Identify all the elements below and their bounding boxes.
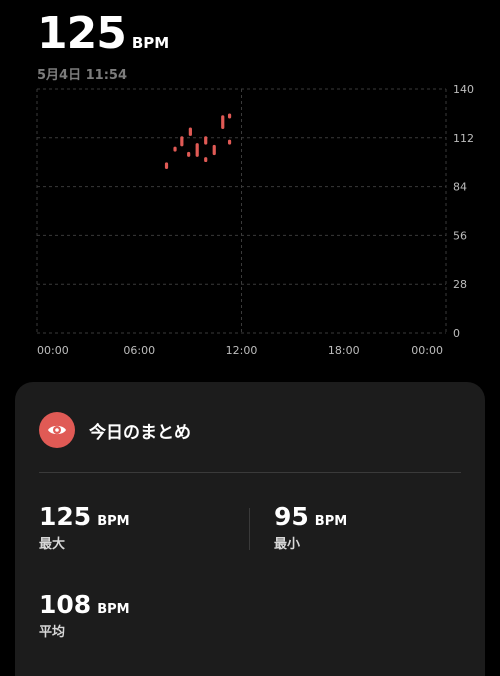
heart-rate-chart-svg: 140 112 84 56 28 0 00:00 06:00 12:00 18:00 00:00 xyxy=(36,83,474,357)
x-tick-label: 00:00 xyxy=(37,344,69,357)
x-tick-label: 06:00 xyxy=(123,344,155,357)
min-stat: 95 BPM 最小 xyxy=(274,502,347,552)
y-tick-label: 56 xyxy=(453,229,467,242)
max-value: 125 xyxy=(39,502,92,531)
x-tick-label: 00:00 xyxy=(411,344,443,357)
y-tick-label: 0 xyxy=(453,327,460,340)
stat-divider xyxy=(249,508,250,550)
min-label: 最小 xyxy=(274,537,301,552)
avg-stat: 108 BPM 平均 xyxy=(39,590,130,640)
min-unit: BPM xyxy=(314,514,348,529)
avg-unit: BPM xyxy=(97,602,130,617)
eye-icon xyxy=(39,412,75,448)
x-tick-label: 12:00 xyxy=(226,344,258,357)
y-tick-label: 112 xyxy=(453,132,474,145)
x-tick-label: 18:00 xyxy=(328,344,360,357)
y-tick-label: 140 xyxy=(453,83,474,96)
summary-title: 今日のまとめ xyxy=(89,422,191,443)
max-label: 最大 xyxy=(39,537,66,552)
avg-value: 108 xyxy=(39,590,92,619)
max-unit: BPM xyxy=(97,514,130,529)
y-tick-label: 84 xyxy=(453,181,467,194)
summary-header: 今日のまとめ xyxy=(39,412,191,448)
heart-rate-chart[interactable]: 140 112 84 56 28 0 00:00 06:00 12:00 18:00 00:00 xyxy=(0,0,500,370)
min-value: 95 xyxy=(274,502,309,531)
y-tick-label: 28 xyxy=(453,278,467,291)
avg-label: 平均 xyxy=(39,625,66,640)
daily-summary-card: 今日のまとめ 125 BPM 最大 95 BPM 最小 108 BPM 平均 xyxy=(15,382,485,676)
summary-divider xyxy=(39,472,461,473)
max-stat: 125 BPM 最大 xyxy=(39,502,130,552)
